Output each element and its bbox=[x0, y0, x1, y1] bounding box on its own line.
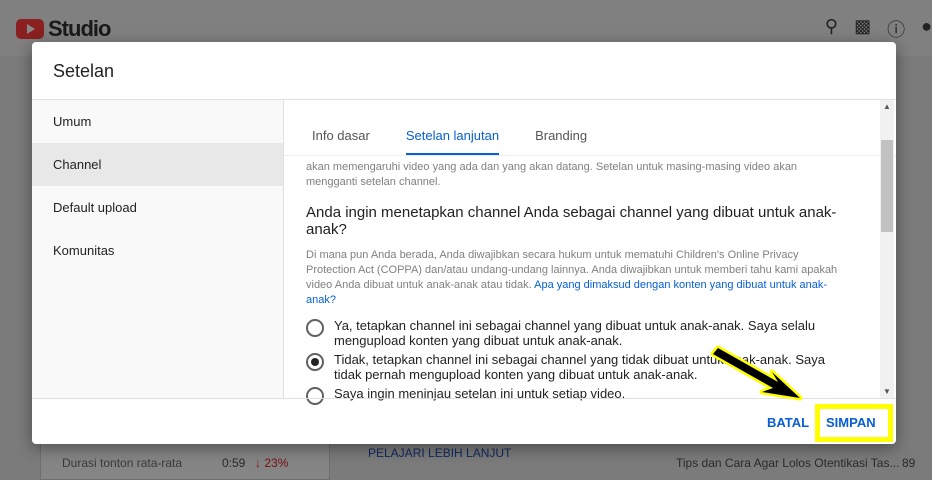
help-icon[interactable]: ⓘ bbox=[887, 16, 905, 42]
bg-stat-change: ↓ 23% bbox=[255, 456, 289, 470]
arrow-icon bbox=[710, 345, 803, 401]
search-icon[interactable]: ⚲ bbox=[825, 16, 838, 42]
radio-button-selected[interactable] bbox=[306, 353, 324, 371]
settings-sidebar: Umum Channel Default upload Komunitas bbox=[32, 100, 284, 398]
intro-text: akan memengaruhi video yang ada dan yang… bbox=[306, 161, 798, 188]
dialog-title: Setelan bbox=[32, 42, 896, 100]
bg-learn-more[interactable]: PELAJARI LEBIH LANJUT bbox=[368, 446, 511, 460]
scroll-up-icon[interactable]: ▲ bbox=[883, 102, 891, 111]
bg-stat-value: 0:59 bbox=[222, 456, 246, 470]
sidebar-item-komunitas[interactable]: Komunitas bbox=[32, 229, 283, 272]
scrollbar-thumb[interactable] bbox=[881, 140, 893, 232]
bg-stat-label: Durasi tonton rata-rata bbox=[62, 456, 183, 470]
coppa-description: Di mana pun Anda berada, Anda diwajibkan… bbox=[306, 249, 838, 306]
scroll-down-icon[interactable]: ▼ bbox=[883, 387, 891, 396]
sidebar-item-channel[interactable]: Channel bbox=[32, 143, 283, 186]
highlight-box bbox=[815, 404, 893, 442]
bg-video-count: 89 bbox=[902, 456, 916, 470]
bg-video-title[interactable]: Tips dan Cara Agar Lolos Otentikasi Tas.… bbox=[676, 456, 899, 470]
sidebar-item-default-upload[interactable]: Default upload bbox=[32, 186, 283, 229]
avatar[interactable]: ● bbox=[921, 16, 932, 42]
scrollbar[interactable]: ▲ ▼ bbox=[880, 100, 894, 398]
logo-text: Studio bbox=[48, 16, 111, 41]
tab-setelan-lanjutan[interactable]: Setelan lanjutan bbox=[405, 100, 517, 155]
youtube-icon bbox=[16, 19, 44, 39]
create-video-icon[interactable]: ▩ bbox=[854, 16, 871, 42]
radio-button[interactable] bbox=[306, 319, 324, 337]
tab-info-dasar[interactable]: Info dasar bbox=[312, 100, 388, 155]
tab-branding[interactable]: Branding bbox=[535, 100, 605, 155]
question-heading: Anda ingin menetapkan channel Anda sebag… bbox=[306, 204, 837, 238]
cancel-button[interactable]: BATAL bbox=[767, 415, 809, 430]
sidebar-item-umum[interactable]: Umum bbox=[32, 100, 283, 143]
studio-logo[interactable]: Studio bbox=[16, 16, 111, 42]
